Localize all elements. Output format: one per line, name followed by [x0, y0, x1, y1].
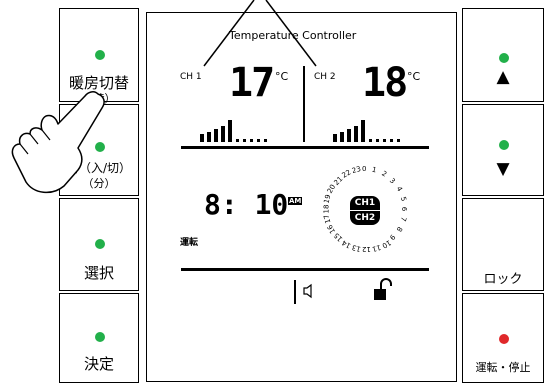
ch2-unit: °C [407, 70, 421, 83]
hand-pointer-icon [11, 91, 105, 194]
down-button[interactable]: ▼ [462, 104, 544, 196]
ch2-temperature: 18 [362, 60, 408, 106]
button-label: 選択 [83, 264, 114, 282]
ch1-level-dots [236, 130, 276, 142]
clock-time: 8: 10 [204, 188, 289, 221]
status-led [499, 53, 509, 63]
ch1-unit: °C [275, 70, 289, 83]
display-title: Temperature Controller [229, 29, 357, 42]
ch2-badge: CH2 [350, 211, 380, 225]
confirm-button[interactable]: 決定 [59, 293, 139, 383]
hour-dial: CH1 CH2 0 1 2 3 4 5 6 7 8 9 10 11 12 13 14 15 16 17 18 19 20… [316, 160, 416, 260]
status-led [499, 140, 509, 150]
dial-hour-label: 10 [380, 237, 393, 250]
lock-button[interactable]: ロック [462, 198, 544, 291]
button-label: 運転・停止 [475, 361, 531, 374]
dial-hour-label: 1 [371, 165, 378, 175]
up-button[interactable]: ▲ [462, 8, 544, 102]
clock-ampm: AM [288, 197, 303, 205]
run-stop-button[interactable]: 運転・停止 [462, 293, 544, 383]
down-triangle-icon: ▼ [496, 159, 510, 179]
status-led [95, 50, 105, 60]
channel-divider [303, 66, 305, 142]
select-button[interactable]: 選択 [59, 198, 139, 291]
dial-hour-label: 18 [322, 204, 331, 214]
dial-hour-label: 14 [340, 237, 353, 250]
dial-hour-label: 2 [380, 169, 389, 179]
up-triangle-icon: ▲ [496, 67, 510, 87]
ch1-badge: CH1 [350, 196, 380, 210]
ch1-temperature: 17 [229, 60, 275, 106]
dial-hour-label: 13 [350, 242, 362, 253]
unlock-icon [374, 278, 392, 300]
dial-hour-label: 4 [394, 185, 404, 193]
ch2-label: CH 2 [314, 72, 336, 82]
dial-hour-label: 7 [398, 216, 408, 223]
button-label: 決定 [83, 355, 114, 373]
dial-hour-label: 5 [398, 195, 408, 202]
ch1-label: CH 1 [180, 72, 202, 82]
dial-hour-label: 3 [388, 176, 397, 186]
status-led [95, 332, 105, 342]
dial-hour-label: 0 [362, 165, 367, 173]
dial-hour-label: 12 [362, 245, 371, 253]
display-divider-top [181, 146, 429, 149]
run-status: 運転 [180, 238, 199, 248]
ch2-level-dots [369, 130, 409, 142]
button-label: ロック [483, 272, 523, 287]
dial-hour-label: 19 [322, 193, 333, 204]
icon-divider [294, 280, 296, 304]
dial-hour-label: 8 [394, 225, 404, 233]
status-led [95, 239, 105, 249]
status-led [499, 334, 509, 344]
display-divider-bottom [181, 268, 429, 271]
dial-hour-label: 6 [400, 206, 409, 212]
dial-hour-label: 23 [350, 165, 362, 176]
speaker-icon [303, 283, 312, 299]
